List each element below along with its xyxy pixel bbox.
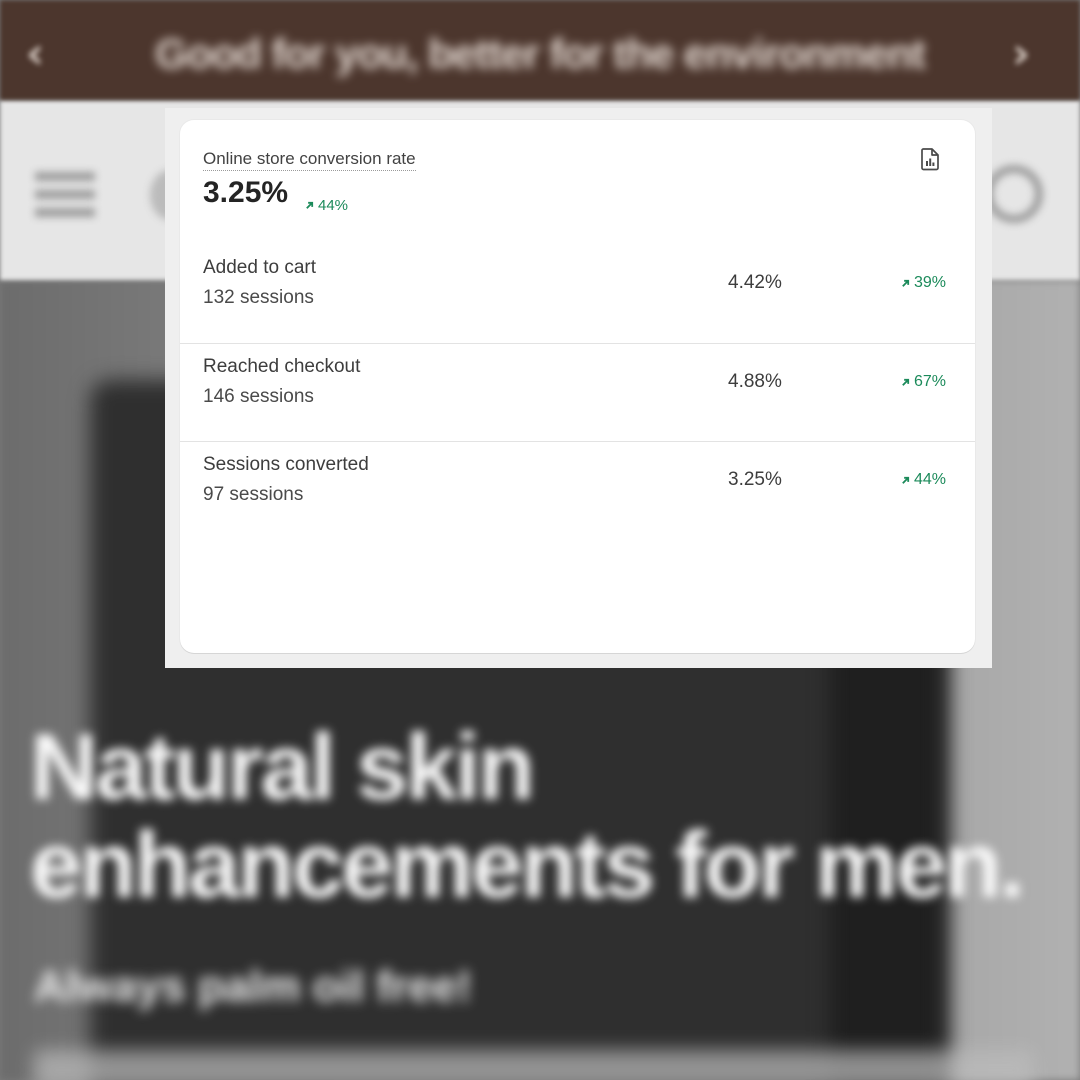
arrow-up-right-icon [902, 476, 910, 484]
metric-change-badge: 44% [305, 197, 348, 214]
menu-icon[interactable] [35, 172, 95, 222]
announcement-next-icon[interactable]: › [1012, 28, 1030, 79]
row-rate: 4.42% [728, 272, 782, 293]
row-label: Added to cart [203, 257, 317, 278]
row-rate: 4.88% [728, 371, 782, 392]
hero-body-text [34, 1050, 1034, 1080]
conversion-rate-card: Online store conversion rate 3.25% 44% A… [180, 120, 975, 653]
row-change-value: 44% [913, 471, 946, 488]
arrow-up-right-icon [306, 201, 314, 209]
hero-headline-line-1: Natural skin [30, 714, 535, 819]
funnel-row-added-to-cart: Added to cart 132 sessions 4.42% 39% [180, 245, 975, 343]
row-sessions: 146 sessions [203, 386, 314, 407]
announcement-text: Good for you, better for the environment [155, 30, 926, 77]
row-change-badge: 39% [901, 274, 946, 292]
arrow-up-right-icon [902, 378, 910, 386]
metric-value: 3.25% [203, 176, 289, 209]
row-sessions: 97 sessions [203, 484, 304, 505]
funnel-row-sessions-converted: Sessions converted 97 sessions 3.25% 44% [180, 441, 975, 540]
row-change-badge: 67% [901, 373, 946, 391]
analytics-overlay: Online store conversion rate 3.25% 44% A… [165, 108, 992, 668]
metric-change-value: 44% [318, 197, 349, 214]
hero-subheadline: Always palm oil free! [34, 962, 472, 1011]
row-change-value: 67% [913, 373, 946, 390]
row-sessions: 132 sessions [203, 287, 314, 308]
hero-headline-line-2: enhancements for men. [30, 812, 1025, 917]
report-chart-icon[interactable] [919, 147, 941, 171]
row-label: Sessions converted [203, 454, 369, 475]
funnel-row-reached-checkout: Reached checkout 146 sessions 4.88% 67% [180, 343, 975, 442]
cart-icon[interactable] [985, 165, 1043, 223]
arrow-up-right-icon [902, 279, 910, 287]
row-label: Reached checkout [203, 356, 361, 377]
hero-headline: Natural skin enhancements for men. [30, 718, 1070, 914]
row-change-badge: 44% [901, 471, 946, 489]
row-rate: 3.25% [728, 469, 782, 490]
announcement-prev-icon[interactable]: ‹ [26, 28, 44, 79]
metric-title[interactable]: Online store conversion rate [203, 149, 416, 171]
row-change-value: 39% [913, 274, 946, 291]
